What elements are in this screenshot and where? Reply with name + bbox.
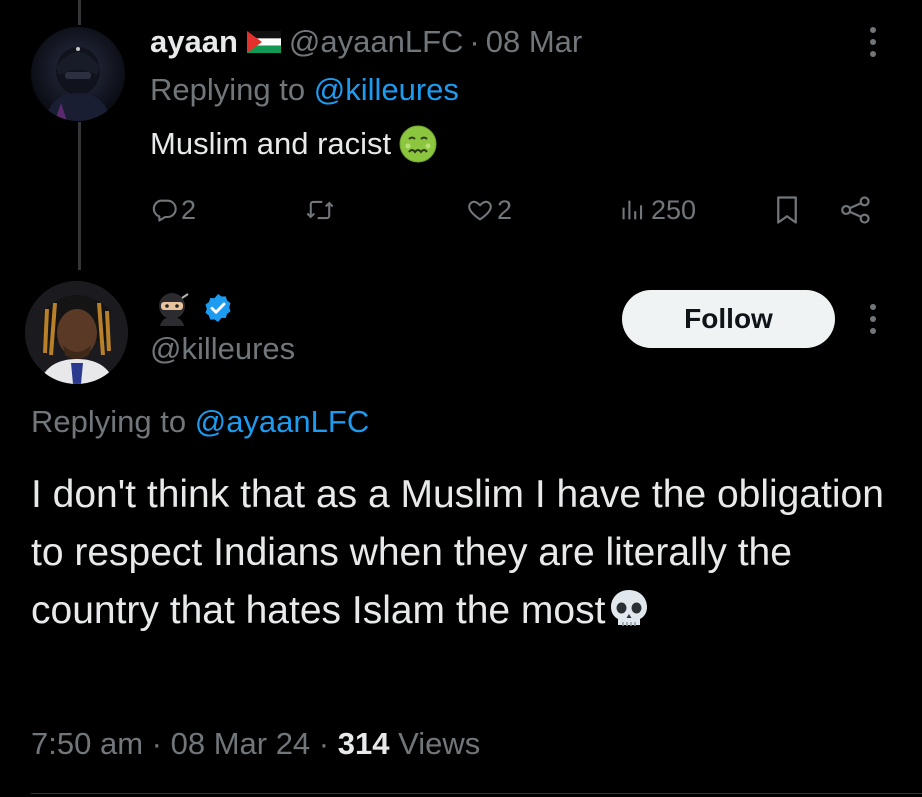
replying-to: Replying to @ayaanLFC — [31, 404, 369, 440]
tweet-text: I don't think that as a Muslim I have th… — [31, 473, 884, 632]
main-tweet-text: I don't think that as a Muslim I have th… — [31, 466, 901, 640]
replying-to-link[interactable]: @ayaanLFC — [195, 404, 370, 439]
thread-connector — [78, 122, 81, 270]
tweet-text: Muslim and racist — [150, 126, 392, 161]
palestine-flag-icon — [246, 31, 281, 53]
retweet-icon — [306, 200, 334, 220]
tweet-time[interactable]: 7:50 am — [31, 726, 143, 761]
ninja-emoji[interactable] — [154, 290, 190, 326]
author-handle[interactable]: @killeures — [150, 331, 295, 367]
more-options-icon[interactable] — [866, 27, 880, 57]
tweet-date[interactable]: 08 Mar — [486, 24, 582, 60]
avatar[interactable] — [31, 27, 125, 121]
reply-icon — [152, 199, 177, 222]
heart-icon — [468, 200, 492, 221]
author-name[interactable]: ayaan — [150, 24, 238, 60]
like-button[interactable]: 2 — [466, 190, 512, 230]
tweet-actions: 2 2 250 — [150, 190, 880, 230]
thread-connector-top — [78, 0, 81, 25]
separator: · — [318, 726, 330, 761]
author-handle[interactable]: @ayaanLFC — [289, 24, 464, 60]
skull-emoji — [611, 590, 648, 626]
bookmark-button[interactable] — [774, 190, 800, 230]
views-button[interactable]: 250 — [618, 190, 696, 230]
separator: · — [151, 726, 162, 761]
verified-badge-icon[interactable] — [202, 292, 234, 324]
tweet-timestamp: 7:50 am · 08 Mar 24 · 314 Views — [31, 726, 480, 762]
view-count: 250 — [651, 194, 697, 225]
avatar[interactable] — [25, 281, 128, 384]
share-button[interactable] — [840, 190, 872, 230]
parent-tweet-header: ayaan @ayaanLFC · 08 Mar — [150, 22, 582, 62]
tweet-date[interactable]: 08 Mar 24 — [171, 726, 311, 761]
nauseated-face-emoji — [399, 125, 437, 163]
retweet-button[interactable] — [305, 190, 335, 230]
replying-to-link[interactable]: @killeures — [314, 72, 459, 107]
bookmark-icon — [777, 196, 797, 224]
view-count[interactable]: 314 — [338, 726, 390, 761]
like-count: 2 — [497, 194, 513, 225]
share-icon — [841, 196, 870, 224]
reply-button[interactable]: 2 — [150, 190, 196, 230]
separator: · — [469, 24, 480, 59]
replying-prefix: Replying to — [150, 72, 306, 107]
views-label: Views — [398, 726, 481, 761]
avatar-image — [25, 281, 128, 384]
avatar-image — [45, 47, 111, 121]
more-options-icon[interactable] — [866, 304, 880, 334]
divider — [31, 793, 922, 794]
replying-prefix: Replying to — [31, 404, 187, 439]
parent-tweet-text: Muslim and racist — [150, 125, 437, 163]
replying-to: Replying to @killeures — [150, 72, 459, 108]
reply-count: 2 — [181, 194, 197, 225]
analytics-icon — [622, 200, 643, 220]
follow-button[interactable]: Follow — [622, 290, 835, 348]
main-tweet-header — [154, 286, 234, 330]
